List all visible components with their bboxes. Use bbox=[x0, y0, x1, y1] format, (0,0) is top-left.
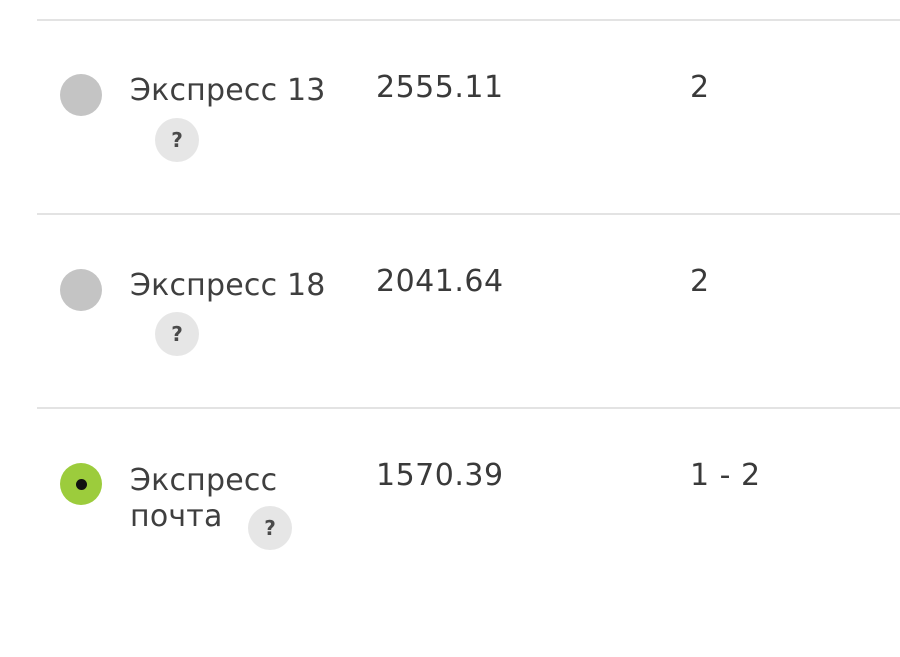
radio-button-icon-selected[interactable] bbox=[60, 463, 102, 505]
divider bbox=[37, 19, 900, 21]
delivery-days: 2 bbox=[690, 70, 710, 105]
question-mark-icon[interactable]: ? bbox=[155, 312, 199, 356]
shipping-price: 2555.11 bbox=[376, 70, 504, 105]
shipping-price: 2041.64 bbox=[376, 264, 504, 299]
delivery-days: 2 bbox=[690, 264, 710, 299]
radio-button-icon[interactable] bbox=[60, 74, 102, 116]
divider bbox=[37, 407, 900, 409]
shipping-option-name: Экспресс 13 bbox=[130, 71, 326, 111]
shipping-option-name-line: Экспресс 18 bbox=[130, 268, 326, 303]
shipping-price: 1570.39 bbox=[376, 458, 504, 493]
divider bbox=[37, 213, 900, 215]
question-mark-icon[interactable]: ? bbox=[248, 506, 292, 550]
shipping-option-name-line: Экспресс 13 bbox=[130, 73, 326, 108]
question-mark-icon[interactable]: ? bbox=[155, 118, 199, 162]
shipping-option-name-line: Экспресс bbox=[130, 463, 278, 498]
delivery-days: 1 - 2 bbox=[690, 458, 761, 493]
radio-button-icon[interactable] bbox=[60, 269, 102, 311]
shipping-option-name: Экспресс 18 bbox=[130, 266, 326, 306]
